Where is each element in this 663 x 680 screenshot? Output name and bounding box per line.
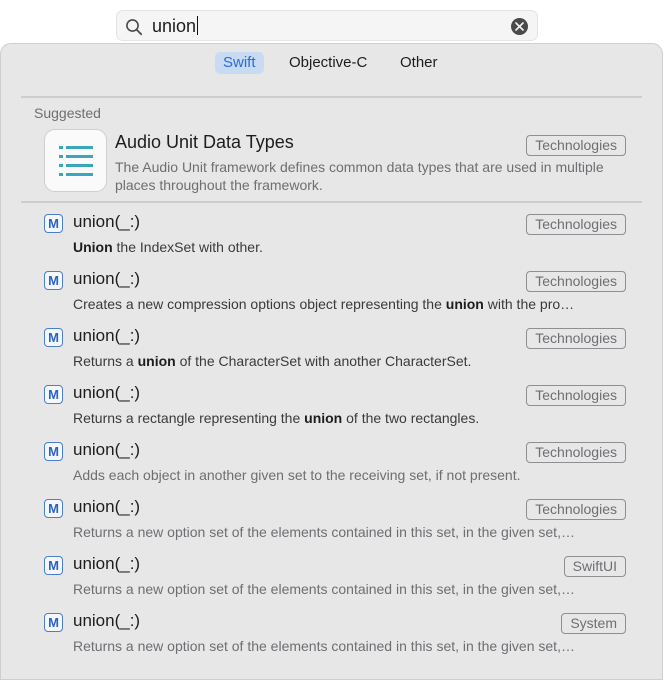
result-title: union(_:) bbox=[73, 497, 141, 516]
result-description: Union the IndexSet with other. bbox=[73, 239, 263, 255]
tab-swift[interactable]: Swift bbox=[215, 52, 264, 74]
search-icon bbox=[125, 18, 143, 36]
divider bbox=[21, 201, 642, 203]
result-item[interactable]: M union(_:) SwiftUI Returns a new option… bbox=[44, 552, 626, 604]
result-item[interactable]: M union(_:) Technologies Union the Index… bbox=[44, 210, 626, 262]
search-results-popover: Swift Objective-C Other Suggested Audio … bbox=[0, 43, 663, 680]
result-description: Adds each object in another given set to… bbox=[73, 467, 521, 483]
result-badge: Technologies bbox=[526, 328, 626, 349]
result-badge: SwiftUI bbox=[563, 556, 626, 577]
suggested-result[interactable]: Audio Unit Data Types Technologies The A… bbox=[44, 129, 626, 193]
suggested-badge: Technologies bbox=[526, 135, 626, 156]
result-badge: Technologies bbox=[526, 271, 626, 292]
result-description: Returns a union of the CharacterSet with… bbox=[73, 353, 472, 369]
result-description: Returns a rectangle representing the uni… bbox=[73, 410, 480, 426]
result-title: union(_:) bbox=[73, 611, 141, 630]
suggested-title: Audio Unit Data Types bbox=[115, 132, 294, 152]
text-caret bbox=[197, 16, 199, 35]
method-icon: M bbox=[44, 442, 63, 461]
result-description: Returns a new option set of the elements… bbox=[73, 581, 575, 597]
search-input[interactable]: union bbox=[152, 16, 199, 36]
result-title: union(_:) bbox=[73, 554, 141, 573]
language-tabs: Swift Objective-C Other bbox=[1, 52, 662, 74]
method-icon: M bbox=[44, 385, 63, 404]
result-description: Returns a new option set of the elements… bbox=[73, 638, 575, 654]
result-badge: Technologies bbox=[526, 499, 626, 520]
result-badge: System bbox=[561, 613, 626, 634]
tab-other[interactable]: Other bbox=[392, 52, 446, 74]
result-title: union(_:) bbox=[73, 440, 141, 459]
result-item[interactable]: M union(_:) Technologies Creates a new c… bbox=[44, 267, 626, 319]
result-item[interactable]: M union(_:) Technologies Returns a recta… bbox=[44, 381, 626, 433]
result-item[interactable]: M union(_:) System Returns a new option … bbox=[44, 609, 626, 661]
method-icon: M bbox=[44, 328, 63, 347]
method-icon: M bbox=[44, 613, 63, 632]
result-title: union(_:) bbox=[73, 212, 141, 231]
suggested-description: The Audio Unit framework defines common … bbox=[115, 159, 604, 193]
search-query-text: union bbox=[152, 16, 197, 36]
search-bar[interactable]: union bbox=[116, 10, 538, 41]
clear-search-icon[interactable] bbox=[511, 18, 528, 35]
result-item[interactable]: M union(_:) Technologies Returns a new o… bbox=[44, 495, 626, 547]
method-icon: M bbox=[44, 271, 63, 290]
result-title: union(_:) bbox=[73, 383, 141, 402]
result-badge: Technologies bbox=[526, 442, 626, 463]
result-description: Returns a new option set of the elements… bbox=[73, 524, 575, 540]
result-title: union(_:) bbox=[73, 326, 141, 345]
result-item[interactable]: M union(_:) Technologies Returns a union… bbox=[44, 324, 626, 376]
method-icon: M bbox=[44, 214, 63, 233]
result-badge: Technologies bbox=[526, 385, 626, 406]
result-description: Creates a new compression options object… bbox=[73, 296, 575, 312]
method-icon: M bbox=[44, 499, 63, 518]
result-item[interactable]: M union(_:) Technologies Adds each objec… bbox=[44, 438, 626, 490]
result-badge: Technologies bbox=[526, 214, 626, 235]
tab-objective-c[interactable]: Objective-C bbox=[281, 52, 375, 74]
divider bbox=[21, 96, 642, 98]
method-icon: M bbox=[44, 556, 63, 575]
section-label-suggested: Suggested bbox=[34, 105, 101, 121]
list-icon bbox=[44, 129, 107, 192]
result-title: union(_:) bbox=[73, 269, 141, 288]
